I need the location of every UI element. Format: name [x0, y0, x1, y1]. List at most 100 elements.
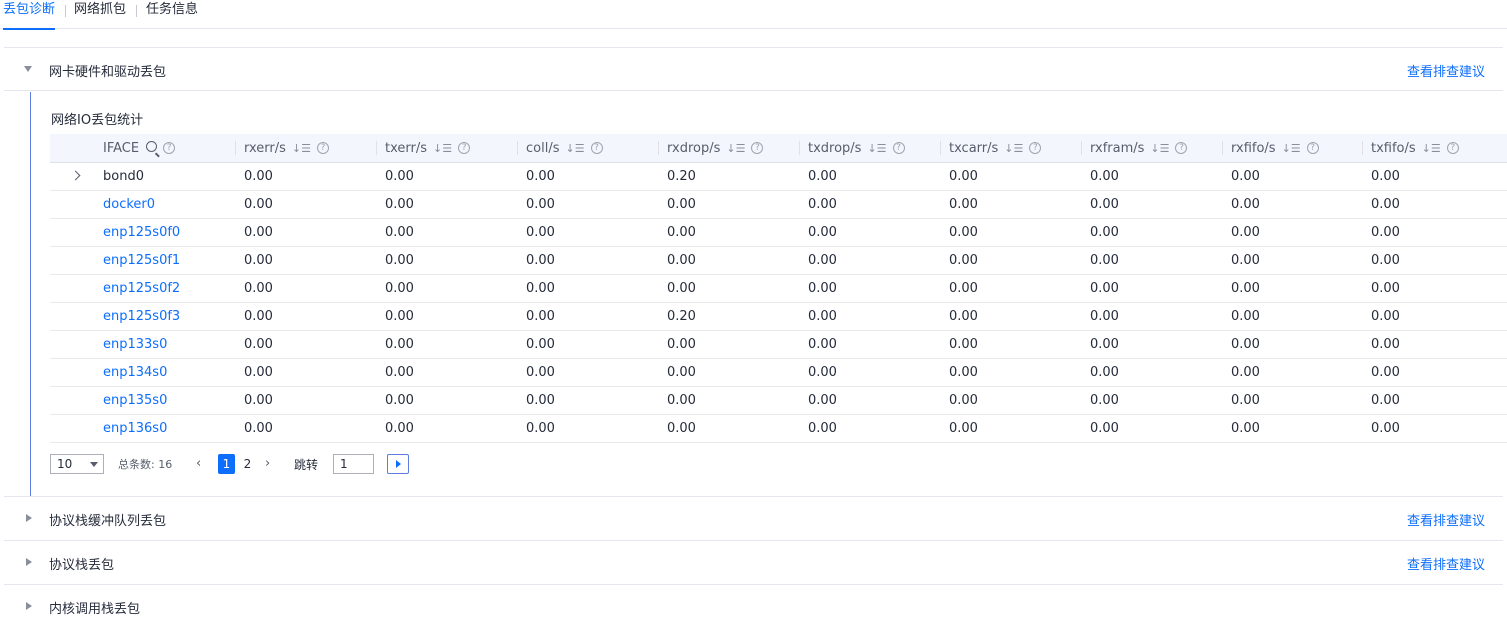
value-cell: 0.00	[526, 169, 555, 184]
iface-cell[interactable]: enp125s0f2	[103, 275, 180, 302]
value-cell: 0.00	[526, 253, 555, 268]
value-cell: 0.00	[808, 281, 837, 296]
help-icon[interactable]: ?	[458, 141, 471, 154]
sort-icon[interactable]: ↓☰	[1282, 134, 1301, 163]
prev-page-button[interactable]: ‹	[196, 454, 201, 474]
value-cell: 0.00	[1090, 281, 1119, 296]
next-page-button[interactable]: ›	[265, 454, 270, 474]
value-cell: 0.00	[244, 365, 273, 380]
panel-protocol-stack[interactable]: 协议栈丢包 查看排查建议	[4, 541, 1503, 585]
iface-cell[interactable]: enp125s0f0	[103, 219, 180, 246]
value-cell: 0.00	[1231, 281, 1260, 296]
table-body: bond0 0.00 0.00 0.00 0.20 0.00 0.00 0.00 0.00 0.0…	[50, 163, 1507, 443]
sort-icon[interactable]: ↓☰	[867, 134, 886, 163]
panel-nic-hardware-driver[interactable]: 网卡硬件和驱动丢包 查看排查建议	[4, 47, 1503, 91]
help-icon[interactable]: ?	[1175, 141, 1188, 154]
panel-body-accent-line	[30, 92, 31, 496]
value-cell: 0.00	[385, 309, 414, 324]
tab-packet-capture[interactable]: 网络抓包	[74, 1, 126, 23]
value-cell: 0.00	[1371, 197, 1400, 212]
column-header-rxfram[interactable]: rxfram/s ↓☰?	[1081, 134, 1188, 163]
expand-arrow-right-icon[interactable]	[26, 602, 32, 610]
value-cell: 0.00	[385, 365, 414, 380]
help-icon[interactable]: ?	[1446, 141, 1459, 154]
column-header-txerr[interactable]: txerr/s ↓☰?	[376, 134, 471, 163]
iface-cell[interactable]: docker0	[103, 191, 155, 218]
iface-cell[interactable]: enp133s0	[103, 331, 167, 358]
help-icon[interactable]: ?	[163, 141, 176, 154]
value-cell: 0.00	[1090, 197, 1119, 212]
view-suggestion-link[interactable]: 查看排查建议	[1407, 61, 1485, 80]
jump-go-button[interactable]	[387, 454, 409, 474]
table-row: enp125s0f0 0.00 0.00 0.00 0.00 0.00 0.00 0.00 0.…	[50, 219, 1507, 247]
help-icon[interactable]: ?	[751, 141, 764, 154]
help-icon[interactable]: ?	[590, 141, 603, 154]
iface-cell[interactable]: enp125s0f3	[103, 303, 180, 330]
expand-arrow-right-icon[interactable]	[26, 558, 32, 566]
value-cell: 0.00	[244, 393, 273, 408]
value-cell: 0.00	[667, 337, 696, 352]
sort-icon[interactable]: ↓☰	[1004, 134, 1023, 163]
value-cell: 0.00	[526, 365, 555, 380]
panel-kernel-callstack[interactable]: 内核调用栈丢包	[4, 585, 1503, 622]
value-cell: 0.00	[949, 197, 978, 212]
column-header-coll[interactable]: coll/s ↓☰?	[517, 134, 603, 163]
column-header-txdrop[interactable]: txdrop/s ↓☰?	[799, 134, 905, 163]
value-cell: 0.00	[667, 197, 696, 212]
sort-icon[interactable]: ↓☰	[433, 134, 452, 163]
value-cell: 0.00	[1231, 421, 1260, 436]
table-header: IFACE? rxerr/s ↓☰? txerr/s ↓☰? coll/s ↓☰? r…	[50, 134, 1507, 163]
help-icon[interactable]: ?	[892, 141, 905, 154]
sort-icon[interactable]: ↓☰	[565, 134, 584, 163]
page-number-2[interactable]: 2	[239, 454, 256, 474]
tab-divider	[136, 5, 137, 17]
sort-icon[interactable]: ↓☰	[1150, 134, 1169, 163]
help-icon[interactable]: ?	[316, 141, 329, 154]
sort-icon[interactable]: ↓☰	[726, 134, 745, 163]
value-cell: 0.00	[526, 225, 555, 240]
column-header-txcarr[interactable]: txcarr/s ↓☰?	[940, 134, 1042, 163]
value-cell: 0.00	[1090, 337, 1119, 352]
iface-cell[interactable]: enp135s0	[103, 387, 167, 414]
iface-cell[interactable]: enp134s0	[103, 359, 167, 386]
table-row: enp125s0f3 0.00 0.00 0.00 0.20 0.00 0.00 0.00 0.…	[50, 303, 1507, 331]
value-cell: 0.00	[1371, 169, 1400, 184]
value-cell: 0.00	[1371, 253, 1400, 268]
help-icon[interactable]: ?	[1029, 141, 1042, 154]
search-icon[interactable]	[146, 141, 158, 152]
sort-icon[interactable]: ↓☰	[292, 134, 311, 163]
tab-packet-loss-diagnosis[interactable]: 丢包诊断	[3, 1, 56, 30]
value-cell: 0.00	[385, 169, 414, 184]
column-header-rxerr[interactable]: rxerr/s ↓☰?	[235, 134, 329, 163]
sort-icon[interactable]: ↓☰	[1422, 134, 1441, 163]
page-size-select[interactable]: 10	[50, 454, 104, 474]
value-cell: 0.00	[808, 253, 837, 268]
iface-cell[interactable]: enp136s0	[103, 415, 167, 442]
view-suggestion-link[interactable]: 查看排查建议	[1407, 554, 1485, 573]
jump-page-input[interactable]	[333, 454, 374, 474]
value-cell: 0.00	[667, 421, 696, 436]
column-header-txfifo[interactable]: txfifo/s ↓☰?	[1362, 134, 1459, 163]
value-cell: 0.00	[1231, 169, 1260, 184]
value-cell: 0.00	[1090, 393, 1119, 408]
view-suggestion-link[interactable]: 查看排查建议	[1407, 510, 1485, 529]
jump-label: 跳转	[294, 458, 319, 472]
help-icon[interactable]: ?	[1306, 141, 1319, 154]
value-cell: 0.00	[244, 253, 273, 268]
collapse-arrow-down-icon[interactable]	[24, 66, 32, 72]
value-cell: 0.00	[526, 421, 555, 436]
column-header-rxfifo[interactable]: rxfifo/s ↓☰?	[1222, 134, 1319, 163]
expand-arrow-right-icon[interactable]	[26, 514, 32, 522]
column-header-iface[interactable]: IFACE?	[103, 134, 176, 163]
panel-stack-buffer-queue[interactable]: 协议栈缓冲队列丢包 查看排查建议	[4, 497, 1503, 541]
iface-cell[interactable]: enp125s0f1	[103, 247, 180, 274]
tab-task-info[interactable]: 任务信息	[146, 1, 198, 23]
value-cell: 0.00	[244, 337, 273, 352]
column-header-rxdrop[interactable]: rxdrop/s ↓☰?	[658, 134, 764, 163]
chevron-right-icon[interactable]	[70, 170, 81, 181]
page-number-1[interactable]: 1	[218, 454, 235, 474]
value-cell: 0.00	[808, 365, 837, 380]
panel-title: 内核调用栈丢包	[49, 602, 141, 617]
value-cell: 0.00	[1371, 393, 1400, 408]
value-cell: 0.00	[526, 281, 555, 296]
